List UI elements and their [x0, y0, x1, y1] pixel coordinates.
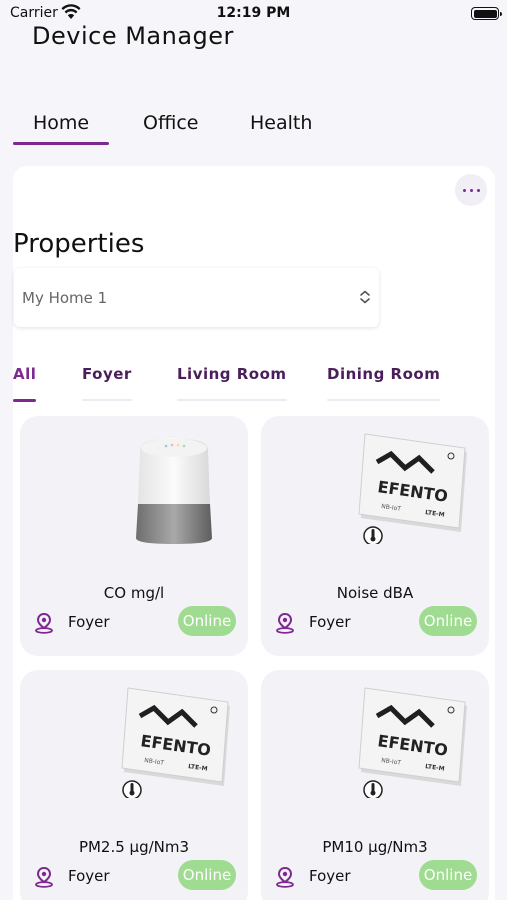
device-name: PM2.5 µg/Nm3: [78, 838, 190, 856]
status-badge: Online: [178, 860, 236, 890]
room-tab-all[interactable]: All: [13, 365, 37, 402]
properties-title: Properties: [13, 229, 145, 259]
location-pin-icon: [276, 612, 294, 634]
device-location: Foyer: [309, 613, 351, 631]
top-tabs: Home Office Health: [12, 112, 493, 148]
property-select-value: My Home 1: [22, 289, 108, 307]
efento-sensor-image: EFENTO NB-IoT LTE-M: [358, 687, 467, 798]
room-tab-dining-room[interactable]: Dining Room: [327, 365, 441, 401]
room-tab-foyer[interactable]: Foyer: [82, 365, 132, 401]
tab-home[interactable]: Home: [12, 112, 110, 145]
device-name: CO mg/l: [103, 584, 165, 602]
device-name: Noise dBA: [336, 584, 414, 602]
tab-health[interactable]: Health: [250, 112, 312, 134]
property-select[interactable]: My Home 1: [14, 268, 379, 327]
device-location: Foyer: [309, 867, 351, 885]
status-badge: Online: [419, 860, 477, 890]
device-location: Foyer: [68, 867, 110, 885]
more-icon: [462, 188, 466, 192]
page-title: Device Manager: [32, 22, 234, 50]
battery-icon: [471, 7, 502, 20]
device-card[interactable]: CO mg/l Foyer Online: [20, 416, 248, 656]
room-tab-living-room[interactable]: Living Room: [177, 365, 287, 401]
location-pin-icon: [35, 612, 53, 634]
tab-office[interactable]: Office: [143, 112, 198, 134]
efento-sensor-image: EFENTO NB-IoT LTE-M: [358, 433, 467, 544]
device-card[interactable]: EFENTO NB-IoT LTE-M PM2.5 µg/Nm3 Foyer O…: [20, 670, 248, 900]
device-card[interactable]: EFENTO NB-IoT LTE-M Noise dBA Foyer Onli…: [261, 416, 489, 656]
location-pin-icon: [276, 866, 294, 888]
chevron-updown-icon: [360, 290, 370, 304]
status-badge: Online: [419, 606, 477, 636]
device-location: Foyer: [68, 613, 110, 631]
device-name: PM10 µg/Nm3: [322, 838, 428, 856]
status-time: 12:19 PM: [216, 5, 291, 21]
room-tabs: All Foyer Living Room Dining Room: [13, 360, 493, 405]
more-options-button[interactable]: [455, 174, 487, 206]
efento-sensor-image: EFENTO NB-IoT LTE-M: [121, 687, 230, 798]
status-badge: Online: [178, 606, 236, 636]
smart-speaker-image: [136, 438, 212, 544]
location-pin-icon: [35, 866, 53, 888]
device-card[interactable]: EFENTO NB-IoT LTE-M PM10 µg/Nm3 Foyer On…: [261, 670, 489, 900]
